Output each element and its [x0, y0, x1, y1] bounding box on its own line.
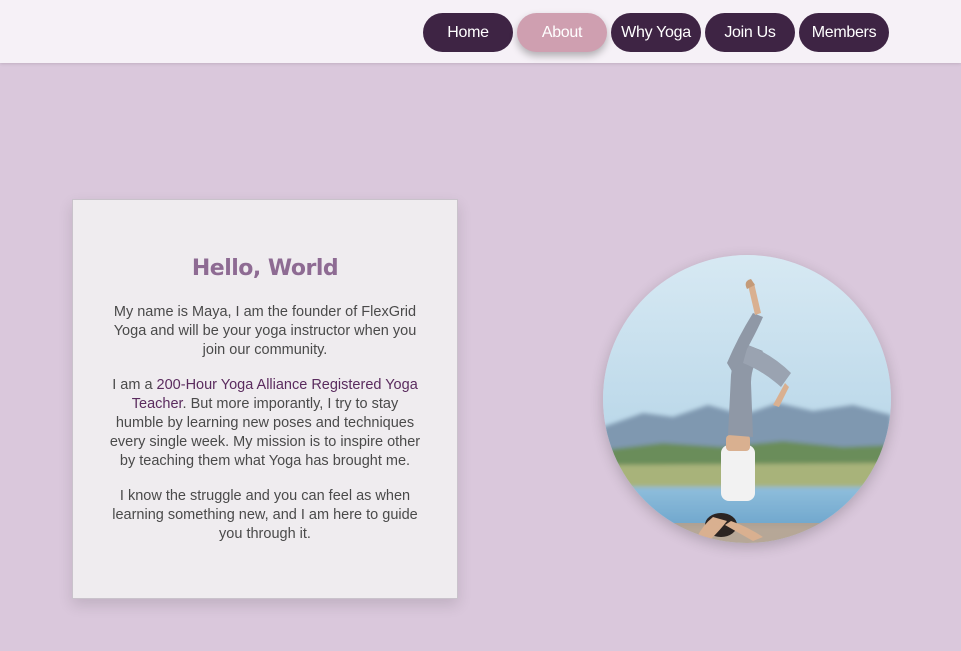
about-paragraph-3: I know the struggle and you can feel as …: [112, 488, 418, 542]
paragraph-2-prefix: I am a: [112, 377, 157, 393]
nav-why-yoga-button[interactable]: Why Yoga: [611, 13, 701, 52]
photo-illustration: [603, 255, 891, 543]
main-nav: Home About Why Yoga Join Us Members: [423, 13, 889, 52]
yoga-headstand-photo: [603, 255, 891, 543]
nav-home-button[interactable]: Home: [423, 13, 513, 52]
top-navigation-bar: Home About Why Yoga Join Us Members: [0, 0, 961, 63]
about-paragraph-2: I am a 200-Hour Yoga Alliance Registered…: [109, 376, 421, 471]
nav-about-button[interactable]: About: [517, 13, 607, 52]
nav-members-button[interactable]: Members: [799, 13, 889, 52]
about-title: Hello, World: [191, 256, 339, 281]
about-paragraph-1: My name is Maya, I am the founder of Fle…: [113, 304, 417, 358]
about-card: Hello, World My name is Maya, I am the f…: [72, 199, 458, 599]
nav-join-us-button[interactable]: Join Us: [705, 13, 795, 52]
